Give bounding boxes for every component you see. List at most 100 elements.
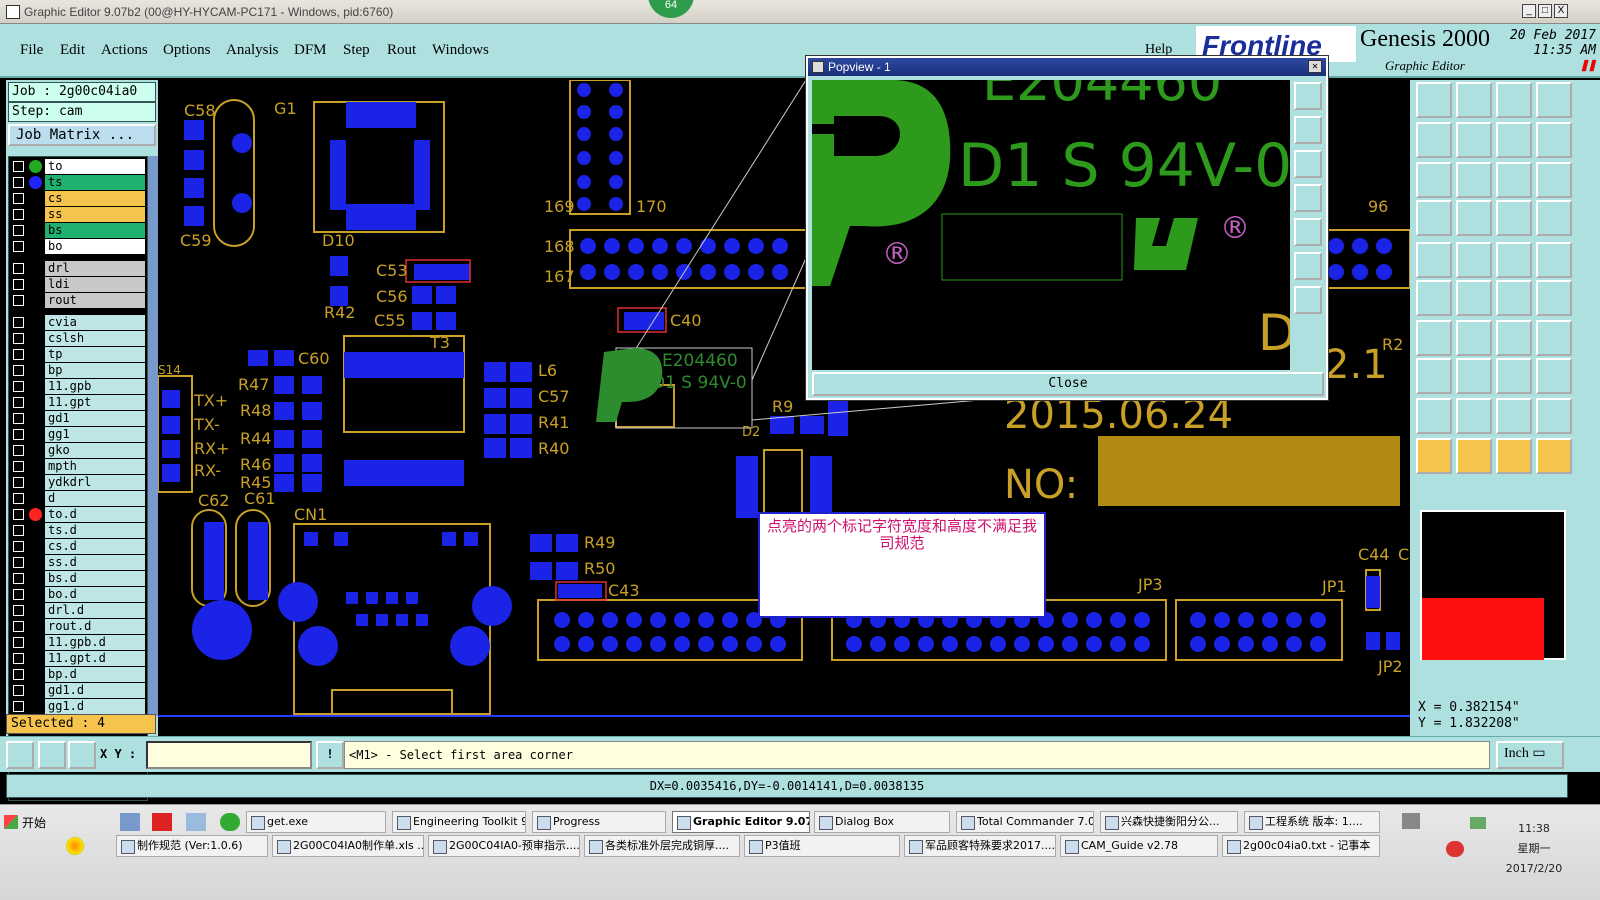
layer-name[interactable]: 11.gpb.d (45, 635, 145, 650)
layer-row[interactable]: 11.gpb (9, 379, 147, 395)
calc-icon[interactable] (186, 813, 206, 831)
layer-row[interactable]: drl (9, 261, 147, 277)
taskbar-button[interactable]: P3值班 (744, 835, 900, 857)
layer-name[interactable]: gd1.d (45, 683, 145, 698)
layer-name[interactable]: cs.d (45, 539, 145, 554)
tool-icon[interactable] (1496, 200, 1532, 236)
layer-checkbox[interactable] (13, 241, 24, 252)
menu-edit[interactable]: Edit (60, 42, 85, 59)
menu-rout[interactable]: Rout (387, 42, 416, 59)
layer-name[interactable]: bo.d (45, 587, 145, 602)
layer-row[interactable]: 11.gpb.d (9, 635, 147, 651)
tool-icon[interactable] (1536, 242, 1572, 278)
layer-name[interactable]: to.d (45, 507, 145, 522)
taskbar-button[interactable]: 军品顾客特殊要求2017.... (904, 835, 1056, 857)
tool-icon[interactable] (1416, 82, 1452, 118)
taskbar-button[interactable]: Engineering Toolkit 9.... (392, 811, 526, 833)
layer-name[interactable]: ts (45, 175, 145, 190)
tool-icon[interactable] (1496, 280, 1532, 316)
layer-name[interactable]: ldi (45, 277, 145, 292)
tool-icon[interactable] (1416, 320, 1452, 356)
taskbar-button[interactable]: 制作规范 (Ver:1.0.6) (116, 835, 268, 857)
tool-icon[interactable] (1456, 242, 1492, 278)
layer-name[interactable]: 11.gpt.d (45, 651, 145, 666)
layer-checkbox[interactable] (13, 525, 24, 536)
layer-row[interactable]: ss (9, 207, 147, 223)
tool-icon[interactable] (1496, 398, 1532, 434)
layer-row[interactable]: tp (9, 347, 147, 363)
layer-checkbox[interactable] (13, 279, 24, 290)
tool-icon[interactable] (1496, 358, 1532, 394)
notification-badge[interactable]: 64 (648, 0, 694, 18)
popview-tool-icon[interactable] (1294, 82, 1322, 110)
layer-checkbox[interactable] (13, 589, 24, 600)
layer-name[interactable]: drl (45, 261, 145, 276)
layer-checkbox[interactable] (13, 621, 24, 632)
layer-checkbox[interactable] (13, 493, 24, 504)
layer-name[interactable]: bs.d (45, 571, 145, 586)
alert-button[interactable]: ! (316, 741, 344, 769)
layer-row[interactable]: mpth (9, 459, 147, 475)
layer-checkbox[interactable] (13, 349, 24, 360)
layer-name[interactable]: bs (45, 223, 145, 238)
layer-name[interactable]: d (45, 491, 145, 506)
layer-name[interactable]: gg1.d (45, 699, 145, 714)
tool-icon[interactable] (1496, 242, 1532, 278)
tool-icon[interactable] (1456, 358, 1492, 394)
taskbar-button[interactable]: Progress (532, 811, 666, 833)
layer-checkbox[interactable] (13, 701, 24, 712)
popview-close-button[interactable]: Close (812, 372, 1324, 396)
tool-icon[interactable] (1456, 398, 1492, 434)
pdf-icon[interactable] (152, 813, 172, 831)
tool-icon[interactable] (1536, 200, 1572, 236)
layer-row[interactable]: bs (9, 223, 147, 239)
layer-checkbox[interactable] (13, 637, 24, 648)
layer-row[interactable]: ts (9, 175, 147, 191)
tool-icon[interactable] (1416, 162, 1452, 198)
layer-checkbox[interactable] (13, 413, 24, 424)
tool-icon[interactable] (1416, 200, 1452, 236)
layer-checkbox[interactable] (13, 669, 24, 680)
taskbar-button[interactable]: 2G00C04IA0-预审指示.... (428, 835, 580, 857)
layer-row[interactable]: to.d (9, 507, 147, 523)
tool-icon[interactable] (1416, 358, 1452, 394)
tool-icon[interactable] (1416, 280, 1452, 316)
layer-row[interactable]: d (9, 491, 147, 507)
popview-tool-icon[interactable] (1294, 184, 1322, 212)
tool-icon[interactable] (1536, 438, 1572, 474)
layer-name[interactable]: rout.d (45, 619, 145, 634)
layer-name[interactable]: bp.d (45, 667, 145, 682)
layer-checkbox[interactable] (13, 333, 24, 344)
layer-checkbox[interactable] (13, 225, 24, 236)
layer-row[interactable]: cs (9, 191, 147, 207)
popview-tool-icon[interactable] (1294, 252, 1322, 280)
layer-name[interactable]: drl.d (45, 603, 145, 618)
tool-icon[interactable] (1496, 162, 1532, 198)
tool-icon[interactable] (1536, 162, 1572, 198)
layer-name[interactable]: bo (45, 239, 145, 254)
taskbar-button[interactable]: 2g00c04ia0.txt - 记事本 (1222, 835, 1380, 857)
layer-checkbox[interactable] (13, 429, 24, 440)
taskbar-button[interactable]: Dialog Box (814, 811, 950, 833)
tool-icon[interactable] (1456, 438, 1492, 474)
maximize-button[interactable]: □ (1538, 4, 1552, 18)
tool-icon[interactable] (1536, 358, 1572, 394)
minimize-button[interactable]: _ (1522, 4, 1536, 18)
layer-row[interactable]: gg1.d (9, 699, 147, 715)
tool-icon[interactable] (1456, 122, 1492, 158)
taskbar-button[interactable]: 工程系统 版本: 1.... (1244, 811, 1380, 833)
tool-icon[interactable] (1536, 122, 1572, 158)
layer-row[interactable]: drl.d (9, 603, 147, 619)
layer-row[interactable]: ydkdrl (9, 475, 147, 491)
layer-row[interactable]: bp (9, 363, 147, 379)
layer-name[interactable]: ts.d (45, 523, 145, 538)
layer-checkbox[interactable] (13, 365, 24, 376)
taskbar-button[interactable]: Total Commander 7.0... (956, 811, 1094, 833)
tool-icon[interactable] (1416, 242, 1452, 278)
layer-checkbox[interactable] (13, 295, 24, 306)
layer-name[interactable]: gko (45, 443, 145, 458)
layer-checkbox[interactable] (13, 445, 24, 456)
taskbar-button[interactable]: 2G00C04IA0制作单.xls ... (272, 835, 424, 857)
printer-icon[interactable] (1402, 813, 1420, 829)
tool-icon[interactable] (1496, 122, 1532, 158)
